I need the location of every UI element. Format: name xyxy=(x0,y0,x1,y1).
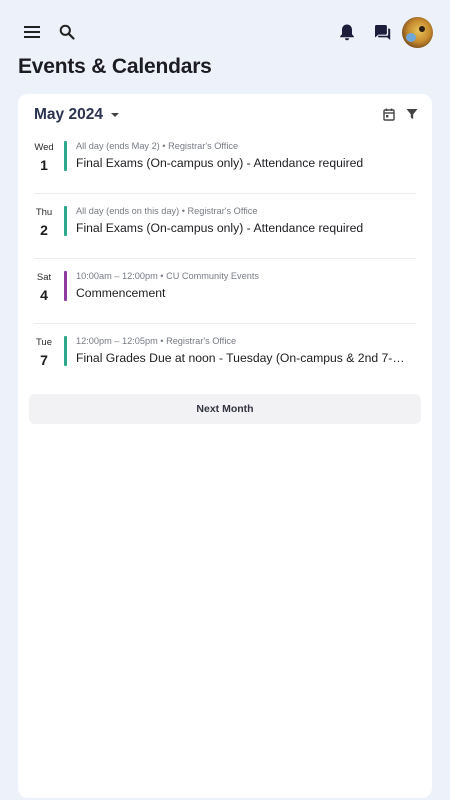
divider xyxy=(34,193,416,194)
event-item[interactable]: Thu 2 All day (ends on this day) • Regis… xyxy=(30,205,416,253)
event-color-bar xyxy=(64,141,67,171)
event-meta: All day (ends May 2) • Registrar's Offic… xyxy=(76,141,239,151)
menu-icon[interactable] xyxy=(16,16,48,48)
event-day: 1 xyxy=(40,157,48,173)
event-meta: All day (ends on this day) • Registrar's… xyxy=(76,206,258,216)
events-card: May 2024 Wed 1 All day (ends May 2) • Re… xyxy=(18,94,432,798)
event-time: 10:00am – 12:00pm xyxy=(76,271,158,281)
event-meta: 12:00pm – 12:05pm • Registrar's Office xyxy=(76,336,237,346)
divider xyxy=(34,323,416,324)
event-title: Final Exams (On-campus only) - Attendanc… xyxy=(76,156,364,170)
page-title: Events & Calendars xyxy=(18,55,212,78)
avatar[interactable] xyxy=(402,17,433,48)
event-source: CU Community Events xyxy=(166,271,259,281)
event-day: 2 xyxy=(40,222,48,238)
event-item[interactable]: Sat 4 10:00am – 12:00pm • CU Community E… xyxy=(30,270,416,318)
next-month-button[interactable]: Next Month xyxy=(29,394,421,424)
search-icon[interactable] xyxy=(51,16,83,48)
event-weekday: Tue xyxy=(35,337,53,348)
avatar-detail xyxy=(419,26,425,32)
event-weekday: Wed xyxy=(34,142,54,153)
bell-icon[interactable] xyxy=(331,16,363,48)
chat-icon[interactable] xyxy=(366,16,398,48)
event-source: Registrar's Office xyxy=(168,141,239,151)
app-root: Events & Calendars May 2024 Wed 1 All da… xyxy=(0,0,450,800)
event-color-bar xyxy=(64,271,67,301)
event-weekday: Sat xyxy=(36,272,52,283)
event-weekday: Thu xyxy=(35,207,53,218)
event-color-bar xyxy=(64,336,67,366)
filter-icon[interactable] xyxy=(402,104,422,124)
calendar-icon[interactable] xyxy=(379,104,399,124)
event-source: Registrar's Office xyxy=(187,206,258,216)
event-time: 12:00pm – 12:05pm xyxy=(76,336,158,346)
event-time: All day (ends on this day) xyxy=(76,206,180,216)
event-item[interactable]: Tue 7 12:00pm – 12:05pm • Registrar's Of… xyxy=(30,335,416,383)
avatar-detail xyxy=(406,33,416,42)
event-color-bar xyxy=(64,206,67,236)
event-day: 7 xyxy=(40,352,48,368)
event-title: Commencement xyxy=(76,286,166,300)
event-time: All day (ends May 2) xyxy=(76,141,160,151)
month-selector[interactable]: May 2024 xyxy=(34,104,119,126)
chevron-down-icon xyxy=(110,113,119,117)
event-day: 4 xyxy=(40,287,48,303)
event-title: Final Exams (On-campus only) - Attendanc… xyxy=(76,221,364,235)
month-label: May 2024 xyxy=(34,106,103,123)
event-source: Registrar's Office xyxy=(166,336,237,346)
event-item[interactable]: Wed 1 All day (ends May 2) • Registrar's… xyxy=(30,140,416,188)
event-meta: 10:00am – 12:00pm • CU Community Events xyxy=(76,271,259,281)
event-title: Final Grades Due at noon - Tuesday (On-c… xyxy=(76,351,412,365)
divider xyxy=(34,258,416,259)
